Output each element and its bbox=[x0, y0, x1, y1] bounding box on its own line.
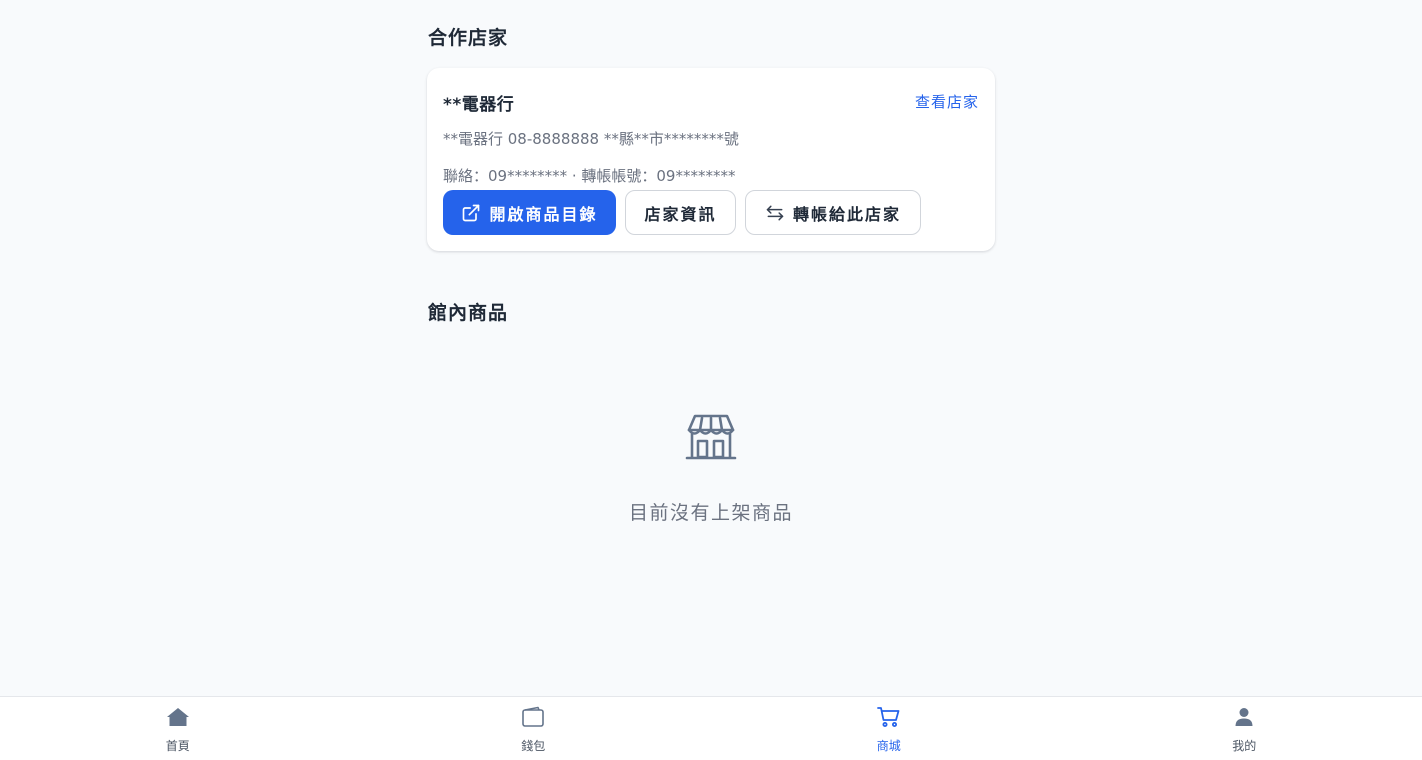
empty-state-text: 目前沒有上架商品 bbox=[628, 502, 793, 524]
view-store-link[interactable]: 查看店家 bbox=[915, 91, 979, 112]
home-icon bbox=[166, 708, 189, 726]
store-contact: 聯絡：09******** · 轉帳帳號：09******** bbox=[443, 167, 736, 185]
store-name: **電器行 bbox=[443, 95, 515, 115]
products-section-title: 館內商品 bbox=[428, 302, 509, 324]
nav-item-home[interactable]: 首頁 bbox=[0, 697, 356, 760]
store-actions: 開啟商品目錄 店家資訊 轉帳給此店家 bbox=[443, 190, 921, 235]
page: 合作店家 **電器行 查看店家 **電器行 08-8888888 **縣**市*… bbox=[0, 0, 1422, 760]
nav-label-wallet: 錢包 bbox=[521, 739, 546, 753]
store-card: **電器行 查看店家 **電器行 08-8888888 **縣**市******… bbox=[427, 68, 995, 251]
user-icon bbox=[1235, 708, 1253, 726]
transfer-label: 轉帳給此店家 bbox=[792, 204, 901, 224]
open-catalog-button[interactable]: 開啟商品目錄 bbox=[443, 190, 616, 235]
nav-label-profile: 我的 bbox=[1232, 739, 1257, 753]
store-address: **電器行 08-8888888 **縣**市********號 bbox=[443, 130, 739, 148]
external-link-icon bbox=[463, 204, 480, 221]
store-info-button[interactable]: 店家資訊 bbox=[625, 190, 736, 235]
store-icon bbox=[685, 414, 737, 460]
nav-item-wallet[interactable]: 錢包 bbox=[356, 697, 712, 760]
cart-icon bbox=[876, 707, 900, 727]
transfer-arrows-icon bbox=[766, 205, 784, 220]
nav-label-shop: 商城 bbox=[876, 739, 901, 753]
partners-section-title: 合作店家 bbox=[428, 27, 509, 49]
transfer-button[interactable]: 轉帳給此店家 bbox=[745, 190, 921, 235]
nav-label-home: 首頁 bbox=[165, 739, 190, 753]
store-info-label: 店家資訊 bbox=[644, 204, 717, 224]
empty-state: 目前沒有上架商品 bbox=[427, 410, 995, 525]
bottom-nav: 首頁 錢包 商城 我的 bbox=[0, 696, 1422, 760]
nav-item-profile[interactable]: 我的 bbox=[1067, 697, 1422, 760]
open-catalog-label: 開啟商品目錄 bbox=[489, 204, 598, 224]
nav-item-shop[interactable]: 商城 bbox=[711, 697, 1067, 760]
wallet-icon bbox=[522, 706, 545, 727]
